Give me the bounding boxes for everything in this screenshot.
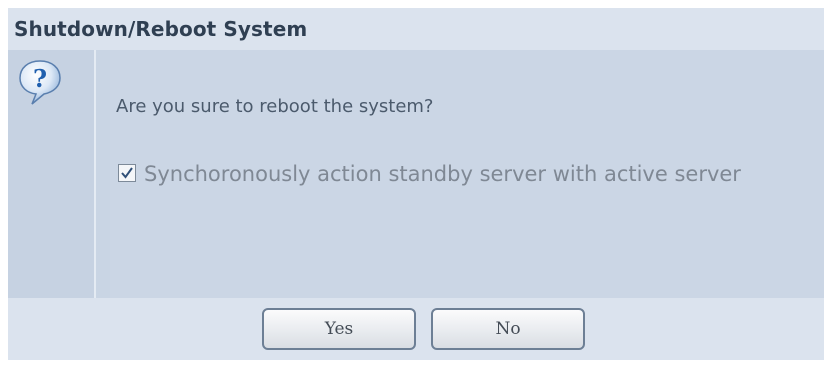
svg-text:?: ? <box>33 64 47 93</box>
dialog-footer: Yes No <box>8 298 824 360</box>
no-button[interactable]: No <box>431 308 585 350</box>
reboot-dialog: Shutdown/Reboot System ? Are you sure to… <box>8 8 824 360</box>
sync-standby-label: Synchoronously action standby server wit… <box>144 162 741 186</box>
checkmark-icon <box>121 167 133 179</box>
dialog-body: ? Are you sure to reboot the system? Syn… <box>8 50 824 298</box>
dialog-content: Are you sure to reboot the system? Synch… <box>110 50 824 298</box>
dialog-title-bar: Shutdown/Reboot System <box>8 8 824 50</box>
yes-button[interactable]: Yes <box>262 308 416 350</box>
confirm-prompt: Are you sure to reboot the system? <box>116 96 434 117</box>
icon-column: ? <box>8 50 96 298</box>
dialog-title: Shutdown/Reboot System <box>14 17 308 41</box>
sync-standby-checkbox[interactable] <box>118 164 136 182</box>
sync-standby-option: Synchoronously action standby server wit… <box>114 156 814 192</box>
question-icon: ? <box>19 60 61 105</box>
